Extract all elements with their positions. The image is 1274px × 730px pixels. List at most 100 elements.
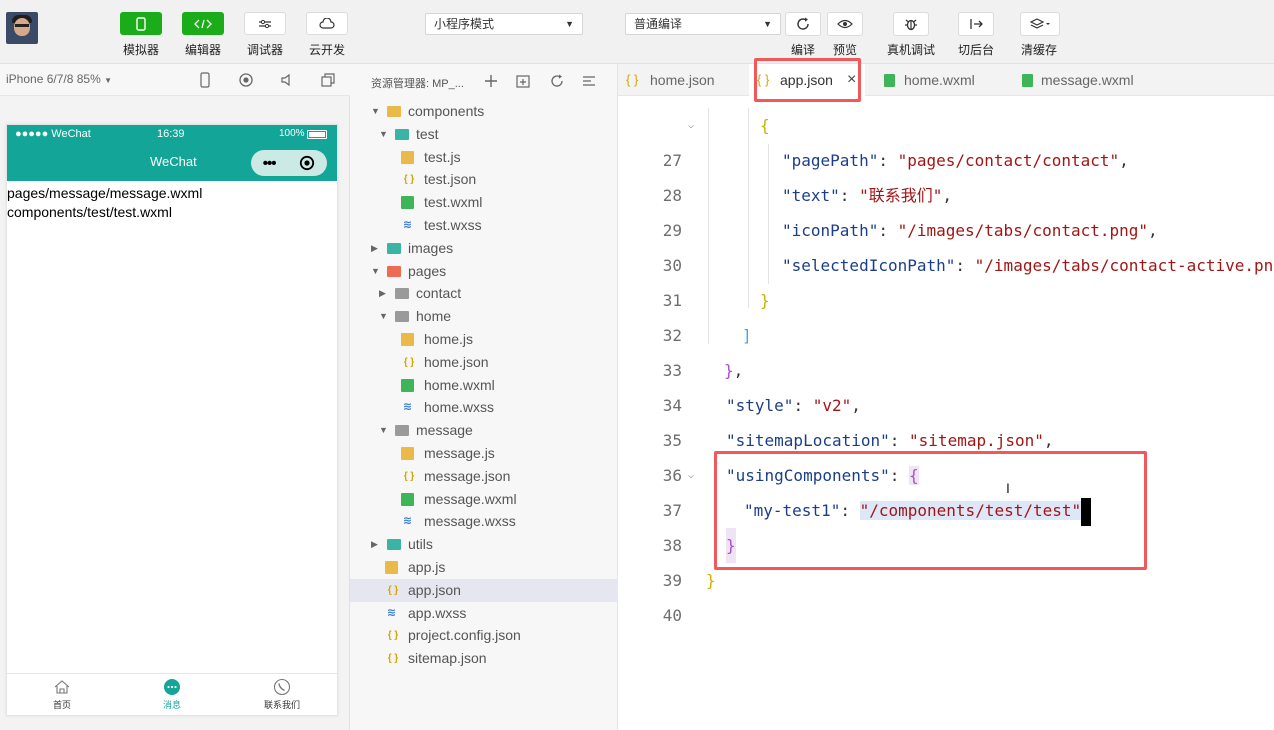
tree-file-app-json[interactable]: { } app.json <box>350 578 618 602</box>
tree-item-label: test.json <box>424 171 477 188</box>
tree-folder-images[interactable]: ▶ images <box>350 237 618 260</box>
simulator-toggle-button[interactable] <box>120 12 162 35</box>
add-file-icon[interactable] <box>483 73 499 89</box>
collapse-all-icon[interactable] <box>581 73 597 89</box>
chevron-down-icon[interactable]: ▼ <box>371 100 380 123</box>
add-folder-icon[interactable] <box>515 73 531 89</box>
mode-select[interactable]: 小程序模式 ▼ <box>425 13 583 35</box>
phone-rotate-icon[interactable] <box>196 71 214 89</box>
phone-tab-bar: 首页 消息 联系我们 <box>7 673 337 715</box>
remote-debug-button[interactable] <box>893 12 929 36</box>
volume-icon[interactable] <box>278 71 296 89</box>
tree-file-test-wxss[interactable]: ≋ test.wxss <box>350 214 618 237</box>
fold-chevron-icon[interactable]: ⌵ <box>688 458 694 493</box>
record-stop-icon[interactable] <box>237 71 255 89</box>
battery-icon <box>307 130 327 139</box>
clear-cache-button[interactable] <box>1020 12 1060 36</box>
tree-item-label: utils <box>408 536 433 553</box>
preview-button[interactable] <box>827 12 863 36</box>
folder-icon <box>387 539 401 551</box>
code-line: 27 ⌵ { <box>618 108 1274 170</box>
js-file-icon <box>401 150 414 164</box>
menu-capsule[interactable]: ••• <box>251 150 327 176</box>
page-text-line: components/test/test.wxml <box>7 204 172 220</box>
compile-button[interactable] <box>785 12 821 36</box>
code-icon <box>194 19 212 28</box>
active-tab-highlight-box <box>754 58 861 102</box>
tree-file-test-js[interactable]: test.js <box>350 146 618 169</box>
editor-tab-home-wxml[interactable]: home.wxml <box>878 64 1008 96</box>
cloud-icon <box>319 17 335 29</box>
tree-item-label: home <box>416 308 452 325</box>
editor-tab-bar: { } home.json { } app.json × home.wxml m… <box>618 64 1274 96</box>
phone-status-bar: ●●●●● WeChat 16:39 100% <box>7 125 337 145</box>
cloud-dev-button[interactable] <box>306 12 348 35</box>
tree-item-label: home.wxss <box>424 399 495 416</box>
wxss-file-icon: ≋ <box>402 515 413 528</box>
editor-tab-home-json[interactable]: { } home.json <box>618 64 748 96</box>
page-content: pages/message/message.wxml components/te… <box>7 184 202 222</box>
clear-cache-label: 清缓存 <box>1020 43 1057 57</box>
tree-file-app-js[interactable]: app.js <box>350 556 618 579</box>
tree-file-project-config-json[interactable]: { } project.config.json <box>350 624 618 647</box>
compile-mode-select[interactable]: 普通编译 ▼ <box>625 13 781 35</box>
json-value: "sitemap.json" <box>909 431 1044 450</box>
chevron-down-icon[interactable]: ▼ <box>379 123 388 146</box>
tree-file-home-json[interactable]: { } home.json <box>350 351 618 374</box>
tree-item-label: app.wxss <box>408 604 467 621</box>
tab-home[interactable]: 首页 <box>32 678 92 711</box>
tree-item-label: test.wxss <box>424 217 482 233</box>
refresh-icon[interactable] <box>549 73 565 89</box>
json-key: "selectedIconPath" <box>782 256 956 275</box>
close-target-icon[interactable] <box>299 155 315 171</box>
switch-background-button[interactable] <box>958 12 994 36</box>
chevron-right-icon[interactable]: ▶ <box>379 282 386 305</box>
chevron-down-icon[interactable]: ▼ <box>371 260 380 283</box>
page-text-line: pages/message/message.wxml <box>7 185 203 201</box>
debug-sliders-icon <box>259 19 271 28</box>
eye-icon <box>837 19 853 29</box>
file-explorer: 资源管理器: MP_... ▼ components ▼ test test.js { }… <box>350 64 618 730</box>
editor-toggle-button[interactable] <box>182 12 224 35</box>
tree-file-sitemap-json[interactable]: { } sitemap.json <box>350 647 618 670</box>
tree-file-home-wxml[interactable]: home.wxml <box>350 374 618 397</box>
explorer-title: 资源管理器: MP_... <box>371 78 464 90</box>
tree-file-test-json[interactable]: { } test.json <box>350 168 618 191</box>
bug-icon <box>905 19 917 31</box>
detach-window-icon[interactable] <box>319 71 337 89</box>
tree-folder-home[interactable]: ▼ home <box>350 305 618 328</box>
tree-file-message-wxss[interactable]: ≋ message.wxss <box>350 510 618 533</box>
fold-chevron-icon[interactable]: ⌵ <box>688 108 694 143</box>
tree-folder-components[interactable]: ▼ components <box>350 100 618 123</box>
tree-item-label: components <box>408 103 485 119</box>
tree-folder-test[interactable]: ▼ test <box>350 123 618 146</box>
chevron-down-icon[interactable]: ▼ <box>379 305 388 328</box>
debugger-toggle-button[interactable] <box>244 12 286 35</box>
tree-file-message-json[interactable]: { } message.json <box>350 465 618 488</box>
user-avatar[interactable] <box>6 12 38 44</box>
tree-file-home-js[interactable]: home.js <box>350 328 618 351</box>
wxml-file-icon <box>401 492 414 506</box>
tree-folder-contact[interactable]: ▶ contact <box>350 282 618 305</box>
tree-item-label: message.wxss <box>424 513 516 530</box>
tree-folder-message[interactable]: ▼ message <box>350 419 618 442</box>
tree-file-home-wxss[interactable]: ≋ home.wxss <box>350 396 618 419</box>
tree-folder-pages[interactable]: ▼ pages <box>350 260 618 283</box>
tab-message[interactable]: 消息 <box>142 678 202 711</box>
code-line: 33 ] <box>618 318 1274 380</box>
chevron-right-icon[interactable]: ▶ <box>371 533 378 556</box>
tree-file-message-js[interactable]: message.js <box>350 442 618 465</box>
tree-file-test-wxml[interactable]: test.wxml <box>350 191 618 214</box>
editor-tab-message-wxml[interactable]: message.wxml <box>1014 64 1164 96</box>
tree-folder-utils[interactable]: ▶ utils <box>350 533 618 556</box>
tab-contact[interactable]: 联系我们 <box>252 678 312 711</box>
device-select[interactable]: iPhone 6/7/8 85% ▼ <box>6 72 112 86</box>
chevron-down-icon[interactable]: ▼ <box>379 419 388 442</box>
chevron-right-icon[interactable]: ▶ <box>371 237 378 260</box>
json-file-icon: { } <box>403 470 415 482</box>
layers-icon <box>1030 18 1050 29</box>
more-dots-icon[interactable]: ••• <box>263 155 277 172</box>
tree-file-message-wxml[interactable]: message.wxml <box>350 488 618 511</box>
tree-file-app-wxss[interactable]: ≋ app.wxss <box>350 602 618 625</box>
device-select-value: iPhone 6/7/8 85% <box>6 72 101 86</box>
